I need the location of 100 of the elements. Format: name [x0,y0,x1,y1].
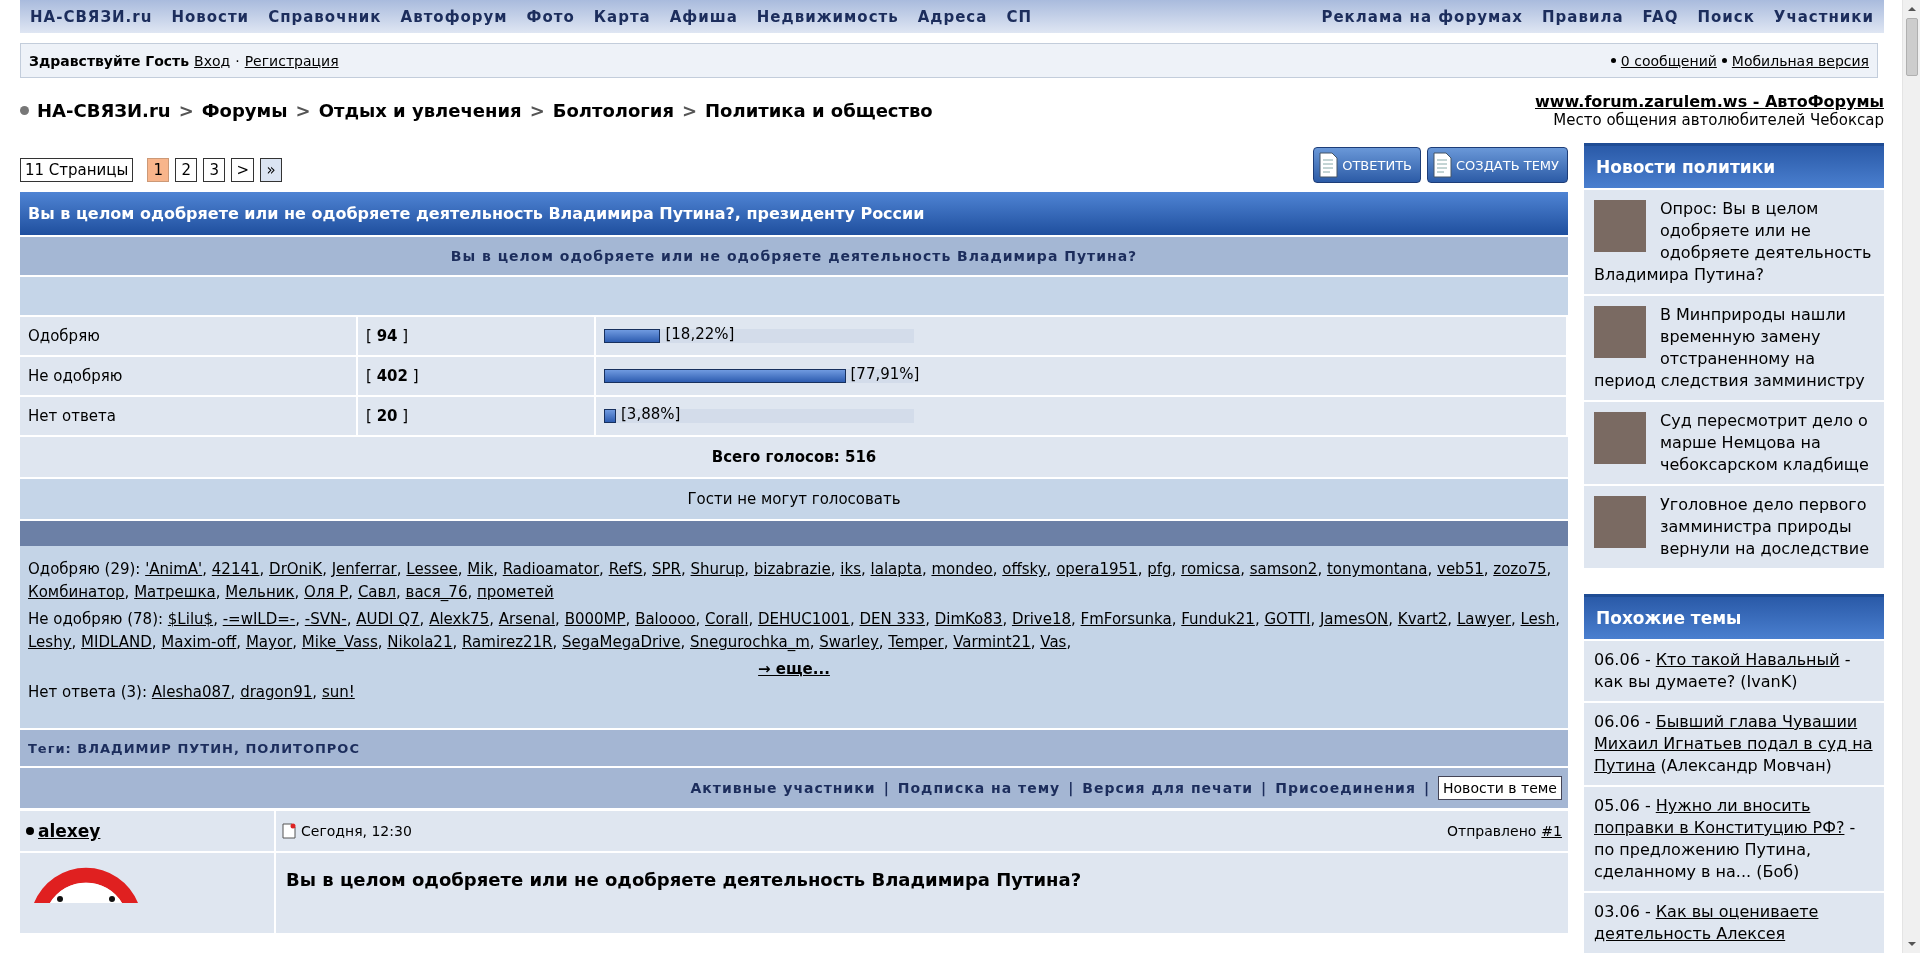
voter-link[interactable]: bizabrazie [753,560,831,578]
nav-link[interactable]: Автофорум [400,7,508,26]
voter-link[interactable]: Lesh [1520,610,1556,628]
voter-link[interactable]: DEHUC1001 [757,610,850,628]
similar-topic-link[interactable]: 06.06 - Кто такой Навальный - как вы думаете? (IvanK) [1584,639,1884,701]
breadcrumb-link[interactable]: Форумы [201,100,288,122]
voter-link[interactable]: Nikola21 [387,633,453,651]
voter-link[interactable]: Lawyer [1456,610,1511,628]
action-button[interactable]: ОТВЕТИТЬ [1313,147,1421,183]
voter-link[interactable]: Савл [357,583,396,601]
nav-link[interactable]: Недвижимость [756,7,899,26]
voter-link[interactable]: Mik [467,560,494,578]
scroll-up-icon[interactable] [1906,6,1917,12]
voter-link[interactable]: sun! [321,683,355,701]
scrollbar[interactable] [1902,0,1920,953]
voter-link[interactable]: 'AnimA' [145,560,203,578]
topic-link[interactable]: Присоединения [1275,780,1416,796]
breadcrumb-link[interactable]: НА-СВЯЗИ.ru [37,100,171,122]
voter-link[interactable]: Lessee [406,560,458,578]
voter-link[interactable]: Corall [705,610,749,628]
voter-link[interactable]: Baloooo [635,610,696,628]
similar-topic-link[interactable]: 03.06 - Как вы оцениваете деятельность Алексея [1584,891,1884,953]
breadcrumb-link[interactable]: Отдых и увлечения [318,100,522,122]
voter-link[interactable]: Shurup [690,560,745,578]
voter-link[interactable]: Drive18 [1011,610,1071,628]
news-item[interactable]: Уголовное дело первого замминистра природы вернули на доследствие [1584,484,1884,568]
voter-link[interactable]: DrOniK [269,560,323,578]
voter-link[interactable]: Комбинатор [28,583,125,601]
register-link[interactable]: Регистрация [244,52,339,69]
nav-link[interactable]: НА-СВЯЗИ.ru [30,7,153,26]
voter-link[interactable]: Матрешка [134,583,216,601]
nav-link[interactable]: Поиск [1697,7,1755,26]
news-item[interactable]: Опрос: Вы в целом одобряете или не одобряете деятельность Владимира Путина? [1584,188,1884,294]
voter-link[interactable]: RefS [608,560,643,578]
voter-link[interactable]: Ramirez21R [462,633,553,651]
voter-link[interactable]: Мельник [225,583,295,601]
voter-link[interactable]: JamesON [1319,610,1389,628]
news-item[interactable]: В Минприроды нашли временную замену отстраненному на период следствия замминистру [1584,294,1884,400]
voter-link[interactable]: Funduk21 [1181,610,1255,628]
page-link[interactable]: 2 [175,158,198,182]
voter-link[interactable]: DimKo83 [934,610,1003,628]
voter-link[interactable]: opera1951 [1056,560,1138,578]
voter-link[interactable]: lalapta [870,560,922,578]
similar-topic-link[interactable]: 05.06 - Нужно ли вносить поправки в Конституцию РФ? - по предложению Путина, сделанному в на... (Боб) [1584,785,1884,891]
breadcrumb-link[interactable]: Политика и общество [705,100,933,122]
action-button[interactable]: СОЗДАТЬ ТЕМУ [1427,147,1568,183]
voter-link[interactable]: -=wILD=- [222,610,296,628]
topic-link[interactable]: Подписка на тему [897,780,1061,796]
voter-link[interactable]: Radioamator [502,560,600,578]
nav-link[interactable]: Новости [171,7,250,26]
nav-link[interactable]: СП [1006,7,1032,26]
page-link[interactable]: > [231,158,254,182]
voter-link[interactable]: GOTTI [1264,610,1311,628]
topic-link[interactable]: Активные участники [690,780,876,796]
voter-link[interactable]: samson2 [1249,560,1318,578]
voter-link[interactable]: DEN 333 [859,610,926,628]
voter-link[interactable]: romicsa [1181,560,1241,578]
voter-link[interactable]: B000MP [564,610,626,628]
nav-link[interactable]: Фото [526,7,575,26]
voter-link[interactable]: $Lilu$ [167,610,214,628]
voter-link[interactable]: Snegurochka_m [690,633,810,651]
post-number-link[interactable]: #1 [1541,823,1562,839]
voter-link[interactable]: Varmint21 [953,633,1031,651]
voter-link[interactable]: offsky [1002,560,1047,578]
voter-link[interactable]: SPR [652,560,681,578]
voter-link[interactable]: tonymontana [1326,560,1428,578]
nav-link[interactable]: Справочник [268,7,382,26]
voter-link[interactable]: Jenferrar [331,560,397,578]
voter-link[interactable]: FmForsunka [1080,610,1172,628]
more-voters-link[interactable]: → еще... [758,660,830,678]
promo-link[interactable]: www.forum.zarulem.ws - АвтоФорумы [1535,92,1884,112]
voter-link[interactable]: Leshy [28,633,72,651]
voter-link[interactable]: Vas [1040,633,1067,651]
voter-link[interactable]: Maxim-off [161,633,237,651]
page-link[interactable]: » [259,158,282,182]
page-link[interactable]: 3 [203,158,226,182]
nav-link[interactable]: Участники [1773,7,1874,26]
voter-link[interactable]: Kvart2 [1397,610,1448,628]
voter-link[interactable]: pfg [1147,560,1172,578]
voter-link[interactable]: Swarley [819,633,879,651]
breadcrumb-link[interactable]: Болтология [552,100,674,122]
voter-link[interactable]: SegaMegaDrive [562,633,681,651]
mobile-version-link[interactable]: Мобильная версия [1731,52,1869,69]
voter-link[interactable]: iks [840,560,861,578]
similar-topic-link[interactable]: 06.06 - Бывший глава Чувашии Михаил Игнатьев подал в суд на Путина (Александр Мовчан) [1584,701,1884,785]
news-item[interactable]: Суд пересмотрит дело о марше Немцова на чебоксарском кладбище [1584,400,1884,484]
login-link[interactable]: Вход [194,52,231,69]
voter-link[interactable]: Оля Р [304,583,349,601]
voter-link[interactable]: вася_76 [405,583,468,601]
voter-link[interactable]: AUDI Q7 [356,610,420,628]
voter-link[interactable]: Mayor [245,633,293,651]
topic-link[interactable]: Версия для печати [1082,780,1254,796]
voter-link[interactable]: Temper [888,633,944,651]
voter-link[interactable]: MIDLAND [81,633,152,651]
nav-link[interactable]: Правила [1542,7,1624,26]
voter-link[interactable]: Arsenal [498,610,556,628]
voter-link[interactable]: -SVN- [304,610,347,628]
nav-link[interactable]: FAQ [1642,7,1679,26]
nav-link[interactable]: Адреса [917,7,988,26]
scrollbar-thumb[interactable] [1905,18,1918,76]
